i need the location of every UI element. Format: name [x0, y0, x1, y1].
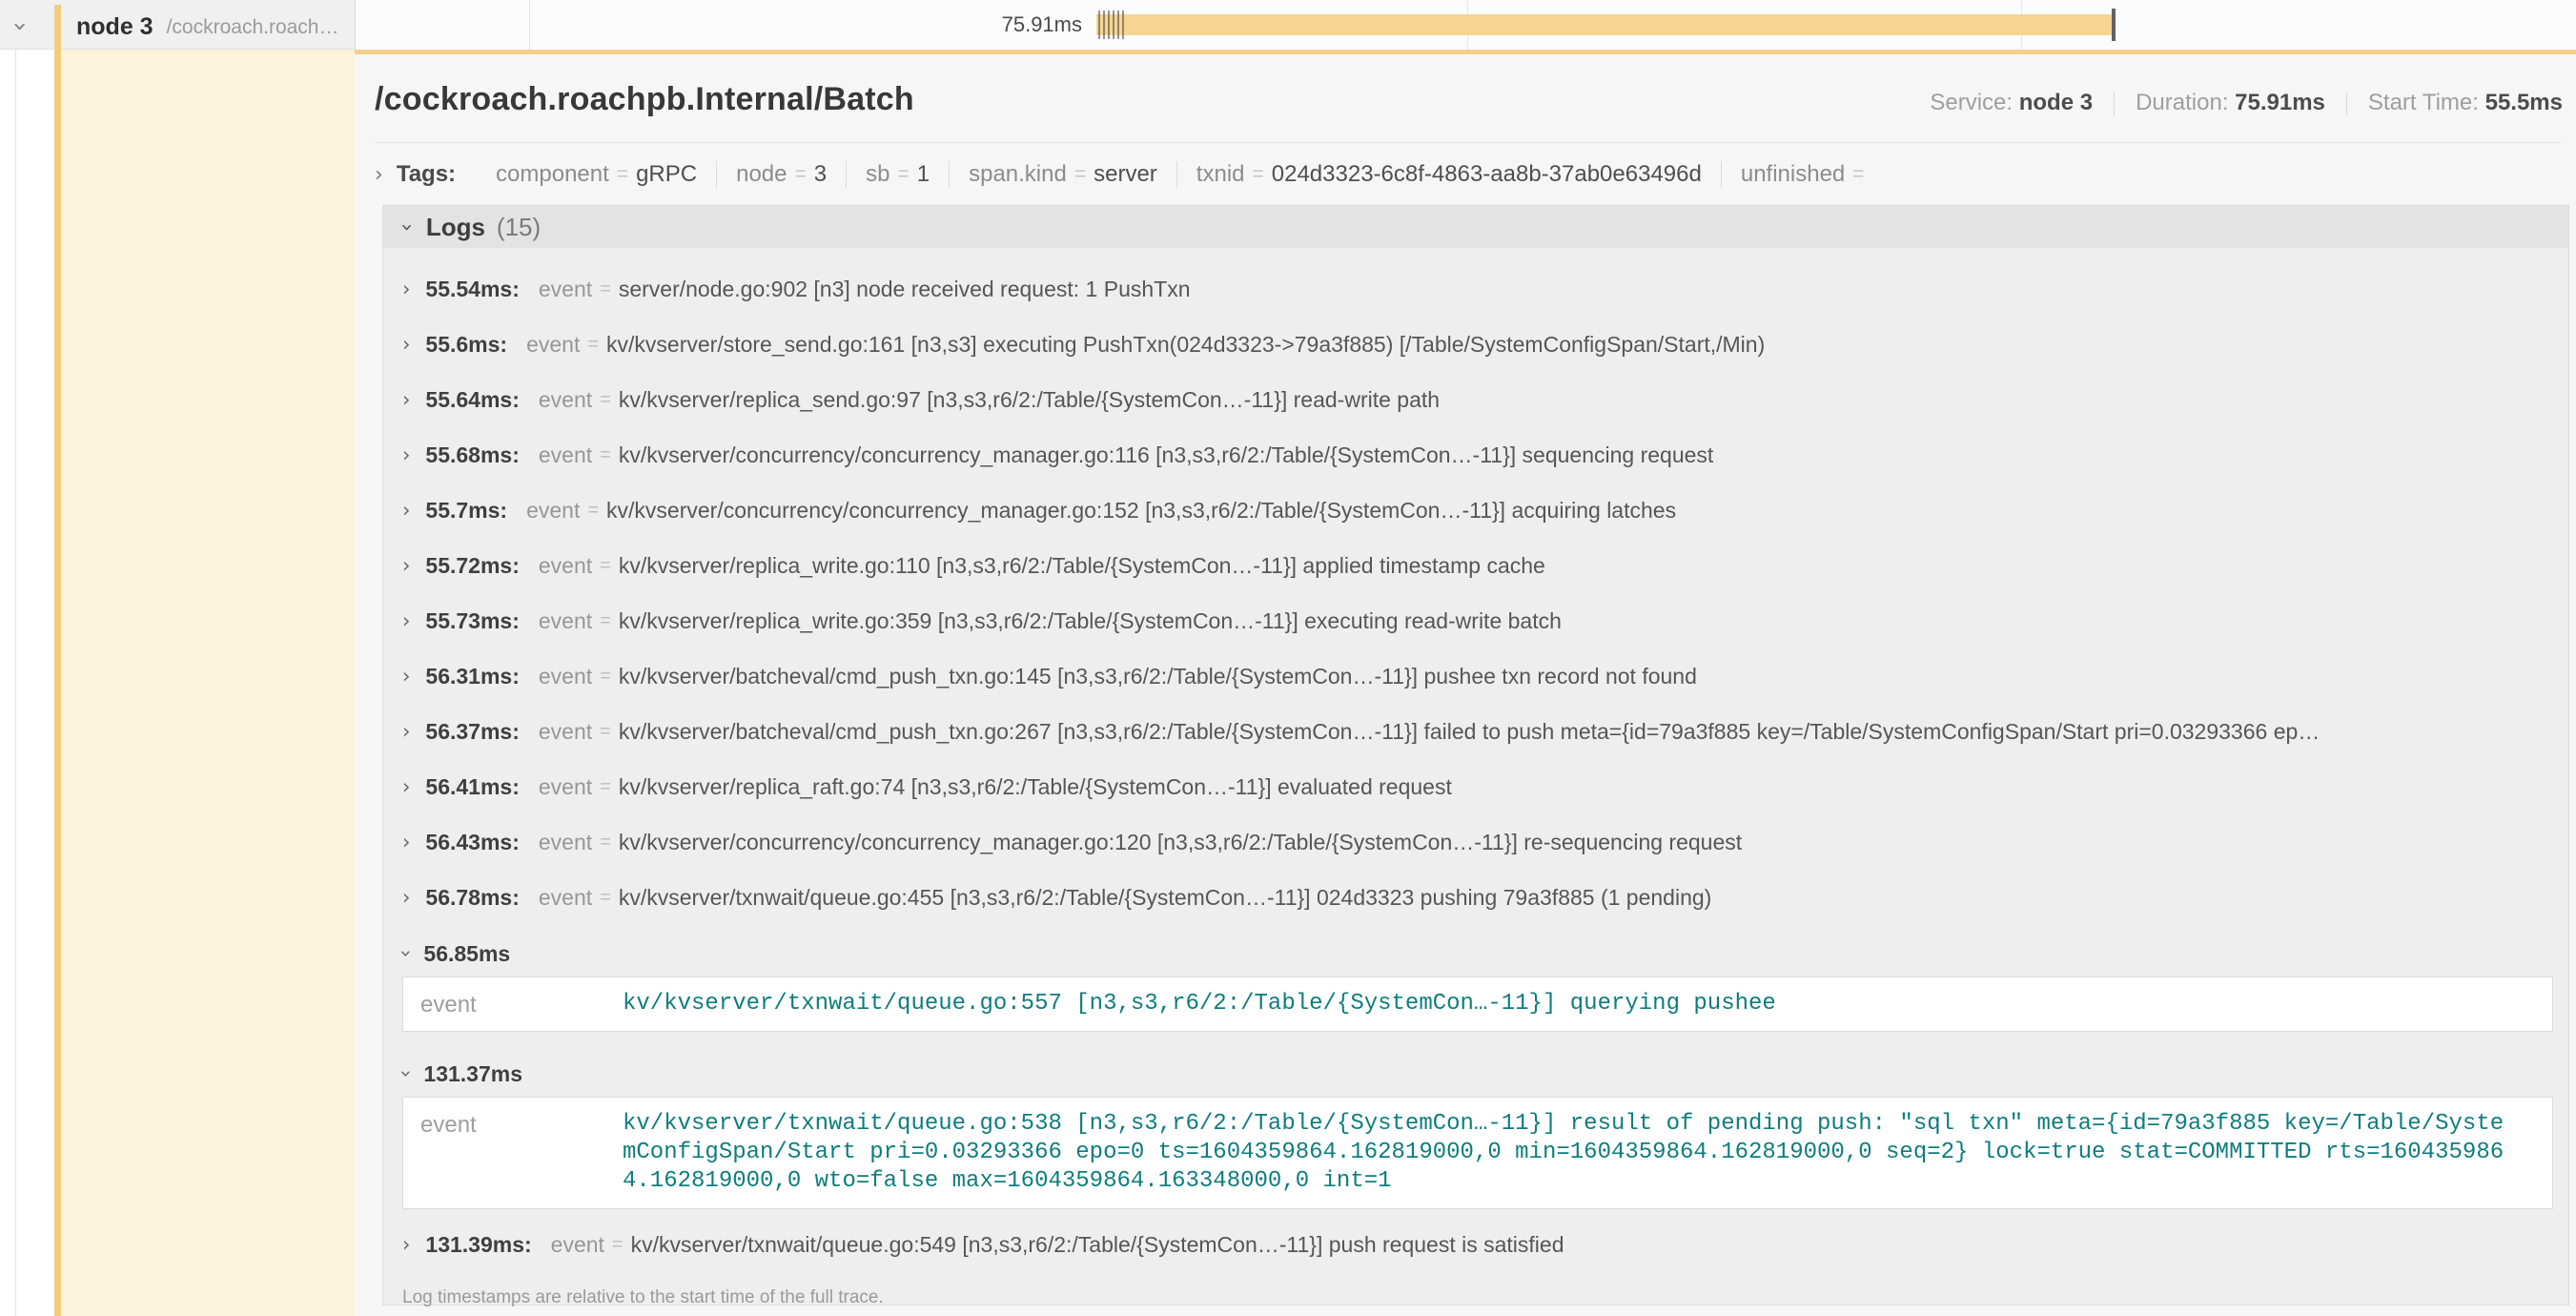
timeline-divider[interactable] [529, 0, 530, 50]
start-time-value: 55.5ms [2485, 90, 2563, 115]
log-row[interactable]: ›56.43ms:event=kv/kvserver/concurrency/c… [402, 814, 2553, 870]
column-divider[interactable] [355, 0, 356, 50]
tag-unfinished: unfinished= [1721, 161, 1891, 188]
tags-accordion[interactable]: › Tags: component=gRPC node=3 sb=1 span.… [375, 154, 2561, 195]
log-row[interactable]: ›56.78ms:event=kv/kvserver/txnwait/queue… [402, 870, 2553, 925]
span-duration-label: 75.91ms [910, 0, 1082, 50]
log-row[interactable]: ›56.37ms:event=kv/kvserver/batcheval/cmd… [402, 704, 2553, 759]
logs-footer-note: Log timestamps are relative to the start… [402, 1278, 2553, 1308]
log-field-value: kv/kvserver/txnwait/queue.go:557 [n3,s3,… [623, 990, 1776, 1018]
log-row[interactable]: ›55.54ms:event=server/node.go:902 [n3] n… [402, 261, 2553, 317]
log-row[interactable]: ›131.39ms:event=kv/kvserver/txnwait/queu… [402, 1217, 2553, 1272]
tag-sb: sb=1 [846, 161, 949, 188]
tag-node: node=3 [716, 161, 846, 188]
chevron-down-icon: › [395, 950, 418, 957]
log-row[interactable]: ›55.73ms:event=kv/kvserver/replica_write… [402, 593, 2553, 648]
log-row[interactable]: ›56.41ms:event=kv/kvserver/replica_raft.… [402, 759, 2553, 814]
log-field-value: kv/kvserver/txnwait/queue.go:538 [n3,s3,… [623, 1110, 2515, 1196]
service-value: node 3 [2019, 90, 2093, 115]
log-end-marker [2112, 9, 2116, 41]
span-bar[interactable] [1096, 14, 2115, 35]
logs-section: › Logs (15) ›55.54ms:event=server/node.g… [382, 205, 2569, 1306]
trace-row: › node 3 /cockroach.roach… 75.91ms [0, 0, 2576, 50]
log-field-name: event [420, 1110, 623, 1196]
span-color-strip [54, 50, 61, 1316]
log-row-expanded-header[interactable]: › 131.37ms [402, 1057, 2553, 1091]
logs-accordion-header[interactable]: › Logs (15) [383, 206, 2568, 248]
logs-list: ›55.54ms:event=server/node.go:902 [n3] n… [383, 248, 2568, 1308]
tag-component: component=gRPC [477, 161, 716, 188]
gutter-divider [15, 50, 16, 1316]
log-detail-card: event kv/kvserver/txnwait/queue.go:538 [… [402, 1097, 2553, 1209]
chevron-down-icon: › [395, 223, 419, 232]
log-detail-card: event kv/kvserver/txnwait/queue.go:557 [… [402, 977, 2553, 1032]
span-detail-panel: /cockroach.roachpb.Internal/Batch Servic… [355, 50, 2576, 1316]
collapse-row-button[interactable]: › [15, 11, 25, 41]
chevron-right-icon: › [375, 163, 383, 187]
log-row[interactable]: ›55.72ms:event=kv/kvserver/replica_write… [402, 538, 2553, 593]
logs-title: Logs [426, 213, 485, 242]
tag-txnid: txnid=024d3323-6c8f-4863-aa8b-37ab0e6349… [1176, 161, 1721, 188]
log-row[interactable]: ›55.7ms:event=kv/kvserver/concurrency/co… [402, 483, 2553, 538]
chevron-down-icon: › [395, 1070, 418, 1078]
tag-span-kind: span.kind=server [949, 161, 1176, 188]
span-title: /cockroach.roachpb.Internal/Batch [375, 81, 914, 118]
log-row-expanded-header[interactable]: › 56.85ms [402, 936, 2553, 971]
tags-label: Tags: [397, 161, 456, 188]
log-row[interactable]: ›55.64ms:event=kv/kvserver/replica_send.… [402, 372, 2553, 427]
selected-row-highlight [61, 50, 355, 1316]
span-meta: Service: node 3Duration: 75.91msStart Ti… [1930, 90, 2563, 116]
log-row[interactable]: ›56.31ms:event=kv/kvserver/batcheval/cmd… [402, 648, 2553, 704]
span-name-tab[interactable]: node 3 /cockroach.roach… [54, 5, 339, 50]
chevron-down-icon: › [6, 22, 34, 31]
trace-detail-page: › node 3 /cockroach.roach… 75.91ms /cock… [0, 0, 2576, 1316]
logs-count: (15) [497, 213, 541, 242]
span-operation-name: /cockroach.roach… [167, 16, 339, 39]
duration-value: 75.91ms [2235, 90, 2325, 115]
log-row[interactable]: ›55.68ms:event=kv/kvserver/concurrency/c… [402, 427, 2553, 483]
log-field-name: event [420, 990, 623, 1018]
title-divider [375, 142, 2561, 143]
span-service-name: node 3 [76, 13, 153, 41]
log-row[interactable]: ›55.6ms:event=kv/kvserver/store_send.go:… [402, 317, 2553, 372]
